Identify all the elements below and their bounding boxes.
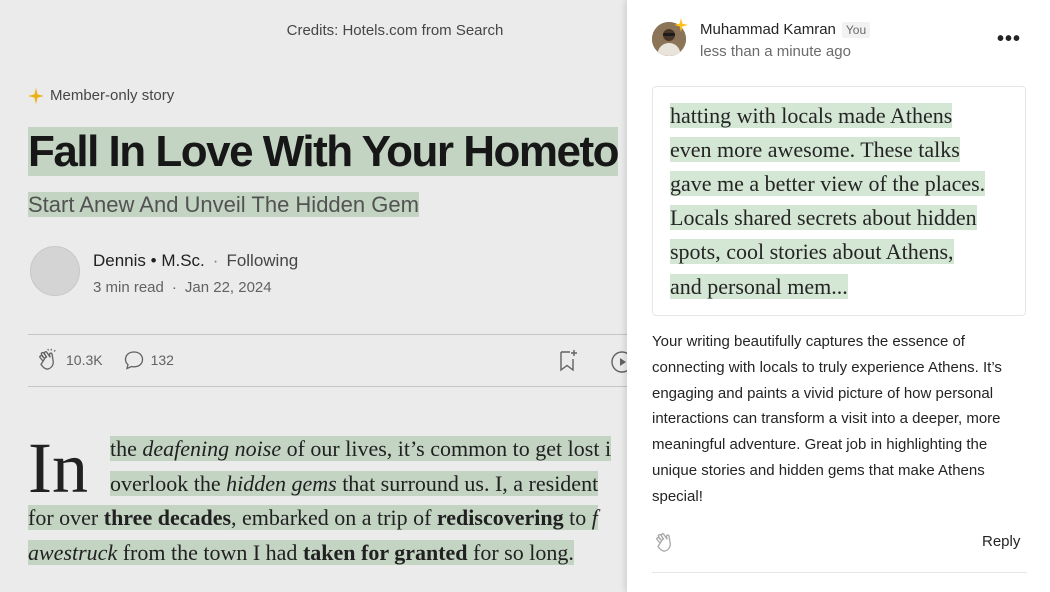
author-name[interactable]: Dennis • M.Sc. [93,251,205,271]
comment-panel: Muhammad Kamran You less than a minute a… [627,0,1050,592]
comment-line: Your writing beautifully captures the es… [652,333,965,350]
you-badge: You [841,21,871,38]
quote-line: gave me a better view of the places. [670,171,986,196]
body-line: overlook the hidden gems that surround u… [110,467,599,502]
commenter-name[interactable]: Muhammad Kamran [700,21,836,38]
article-subtitle: Start Anew And Unveil The Hidden Gem [28,192,419,217]
body-text-run: hidden gems [226,470,337,496]
article-title: Fall In Love With Your Hometo [28,127,620,176]
star-icon [28,87,44,104]
author-separator: · [212,251,219,270]
meta-separator: · [171,279,177,296]
bookmark-add-icon [560,350,577,372]
body-text-run: f [591,505,598,530]
read-time: 3 min read [93,279,164,296]
body-highlight: for over three decades, embarked on a tr… [28,505,598,530]
clap-count: 10.3K [66,352,103,368]
article-meta: 3 min read · Jan 22, 2024 [93,279,272,296]
body-highlight: the deafening noise of our lives, it’s c… [110,436,612,461]
drop-cap: In [28,428,88,508]
clap-button[interactable]: 10.3K [36,348,103,372]
body-text-run: that surround us. I, a resident [336,470,599,496]
body-text-run: awestruck [28,539,118,565]
author-avatar[interactable] [30,246,80,296]
body-text-run: of our lives, it’s common to get lost i [281,436,612,461]
author-line: Dennis • M.Sc. · Following [93,251,298,271]
member-only-label: Member-only story [50,87,175,104]
comment-count: 132 [150,352,174,368]
body-highlight: awestruck from the town I had taken for … [28,539,574,565]
quote-line: even more awesome. These talks [670,137,960,162]
comment-line: meaningful adventure. Great job in highl… [652,436,988,454]
comment-line: unique stories and hidden gems that make… [652,461,985,479]
divider-bottom [28,386,628,387]
body-line: the deafening noise of our lives, it’s c… [110,432,612,467]
comments-button[interactable]: 132 [123,349,174,371]
commenter-header: Muhammad Kamran You [700,21,871,38]
body-line: awestruck from the town I had taken for … [28,536,574,571]
star-icon [674,18,688,32]
quoted-highlight: hatting with locals made Athens even mor… [652,86,1026,316]
comment-time: less than a minute ago [700,43,851,60]
comment-icon [124,351,143,370]
body-text-run: for over [28,505,104,530]
comment-line: interactions can transform a visit into … [652,410,1001,428]
quote-line: hatting with locals made Athens [670,103,953,128]
article-actions: 10.3K 132 [36,348,194,372]
body-text-run: for so long. [467,539,574,565]
comment-line: special! [652,487,703,505]
body-text-run: from the town I had [117,539,303,565]
body-highlight: overlook the hidden gems that surround u… [110,470,599,496]
quote-line: Locals shared secrets about hidden [670,205,977,230]
clap-icon [656,533,671,552]
save-button[interactable] [556,348,580,379]
comment-line: connecting with locals to truly experien… [652,358,1002,376]
body-text-run: deafening noise [142,436,282,461]
comment-body: Your writing beautifully captures the es… [652,329,1027,510]
quote-line: and personal mem... [670,274,848,299]
body-text-run: rediscovering [436,505,564,530]
body-text-run: , embarked on a trip of [231,505,437,530]
body-text-run: the [110,436,143,461]
body-text-run: three decades [103,505,232,530]
clap-icon [39,348,56,370]
reply-button[interactable]: Reply [982,533,1020,550]
body-text-run: to [563,505,592,530]
body-text-run: overlook the [110,470,227,496]
comment-line: engaging and paints a vivid picture of h… [652,384,994,402]
following-button[interactable]: Following [226,251,298,271]
body-line: for over three decades, embarked on a tr… [28,501,598,536]
comment-clap-button[interactable] [653,530,677,559]
divider-top [28,334,628,335]
quote-line: spots, cool stories about Athens, [670,239,954,264]
body-text-run: taken for granted [302,539,468,565]
member-only-badge: Member-only story [28,87,174,104]
more-icon[interactable]: ••• [997,28,1021,51]
comment-divider [652,572,1027,573]
publish-date: Jan 22, 2024 [184,279,272,296]
